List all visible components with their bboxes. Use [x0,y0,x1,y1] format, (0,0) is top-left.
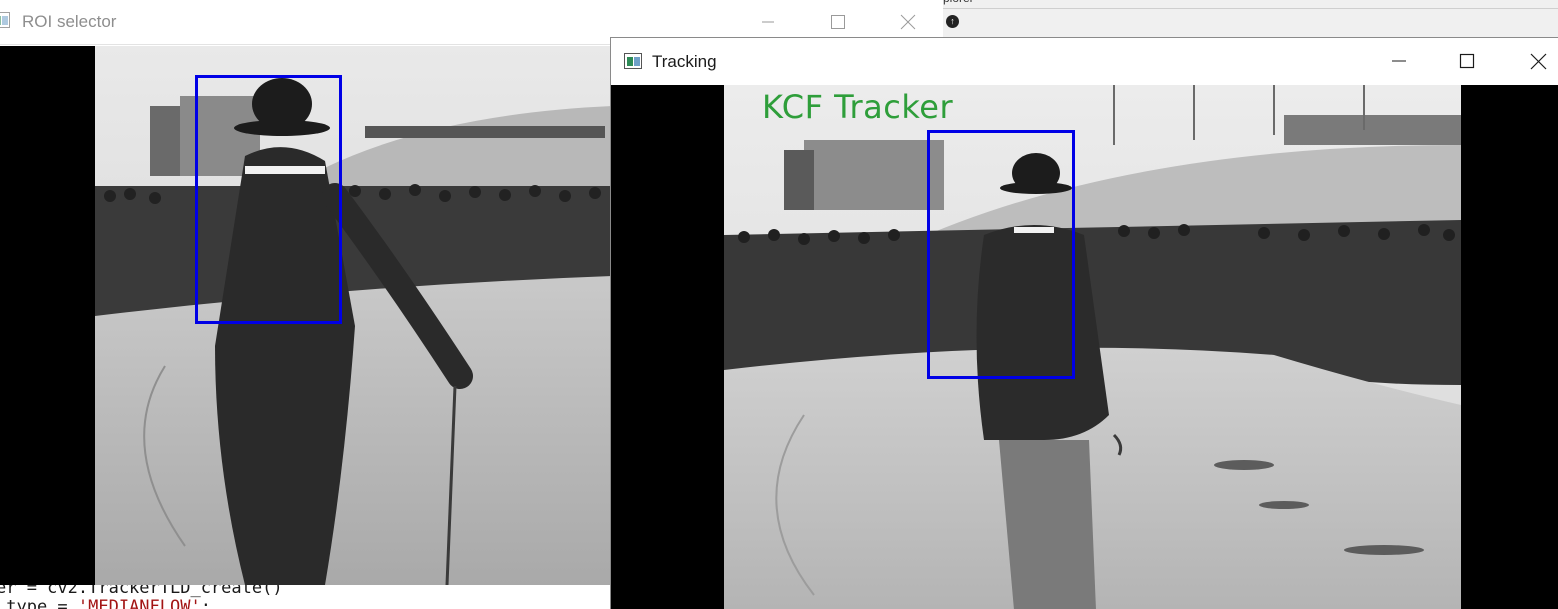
tracking-window-titlebar[interactable]: Tracking [611,38,1558,85]
close-button[interactable] [1515,46,1558,76]
window-app-icon [0,12,10,28]
code-editor-fragment: er = cv2.TrackerTLD_create() type = 'MED… [0,585,612,609]
tracking-bounding-box [927,130,1075,379]
minimize-button[interactable] [745,7,791,37]
maximize-icon [1459,53,1475,69]
tracking-video-frame [724,85,1461,609]
window-app-icon [624,53,642,69]
roi-window-title: ROI selector [22,12,117,31]
minimize-icon [1392,60,1406,62]
arrow-up-circle-icon[interactable]: ↑ [946,15,959,28]
tracker-name-overlay: KCF Tracker [762,88,954,126]
close-icon [900,14,916,30]
background-window-title: plorer [943,0,974,5]
maximize-button[interactable] [1444,46,1490,76]
close-icon [1530,53,1546,69]
minimize-button[interactable] [1376,46,1422,76]
maximize-button[interactable] [815,7,861,37]
tracking-window-title: Tracking [652,52,717,71]
roi-video-canvas[interactable] [0,46,612,585]
roi-bounding-box[interactable] [195,75,342,324]
background-explorer-window: plorer ↑ [943,0,1558,40]
roi-video-frame[interactable] [95,46,612,585]
background-toolbar-divider [943,8,1558,9]
code-line-2-string: 'MEDIANFLOW' [77,597,201,609]
minimize-icon [762,21,774,23]
tracking-video-canvas[interactable]: KCF Tracker [611,85,1558,609]
close-button[interactable] [885,7,931,37]
code-line-2-prefix: type = [0,597,78,609]
tracking-window[interactable]: Tracking KCF Tracker [610,37,1558,609]
maximize-icon [831,15,845,29]
code-line-2: type = 'MEDIANFLOW'; [0,597,211,609]
code-line-2-suffix: ; [200,597,211,609]
